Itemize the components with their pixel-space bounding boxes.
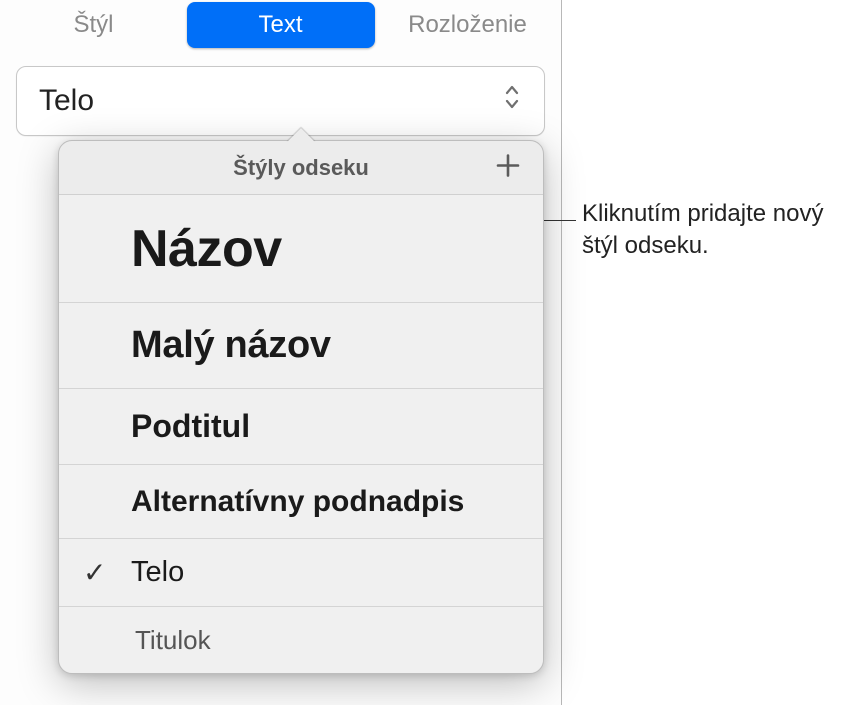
style-item-caption[interactable]: Titulok: [59, 607, 543, 673]
tab-layout[interactable]: Rozloženie: [374, 0, 561, 50]
chevron-updown-icon: [504, 84, 520, 118]
style-item-subtitle[interactable]: Podtitul: [59, 389, 543, 465]
style-item-alt-subtitle[interactable]: Alternatívny podnadpis: [59, 465, 543, 539]
style-item-label: Podtitul: [131, 408, 250, 445]
style-item-label: Malý názov: [131, 324, 331, 367]
style-list: Názov Malý názov Podtitul Alternatívny p…: [59, 195, 543, 673]
tab-layout-label: Rozloženie: [408, 11, 527, 39]
current-style-label: Telo: [39, 84, 94, 118]
add-style-button[interactable]: [495, 152, 521, 183]
style-item-small-title[interactable]: Malý názov: [59, 303, 543, 389]
style-item-label: Titulok: [135, 625, 211, 656]
paragraph-style-dropdown[interactable]: Telo: [16, 66, 545, 136]
style-item-body[interactable]: ✓ Telo: [59, 539, 543, 607]
style-item-label: Názov: [131, 219, 282, 279]
inspector-panel: Štýl Text Rozloženie Telo Štýly odseku: [0, 0, 562, 705]
style-item-label: Telo: [131, 556, 184, 589]
callout-text: Kliknutím pridajte nový štýl odseku.: [582, 198, 852, 263]
checkmark-icon: ✓: [83, 556, 106, 589]
paragraph-styles-popover: Štýly odseku Názov Malý názov Podtitul A…: [58, 140, 544, 674]
tab-style[interactable]: Štýl: [0, 0, 187, 50]
style-item-label: Alternatívny podnadpis: [131, 485, 464, 519]
popover-header: Štýly odseku: [59, 141, 543, 195]
popover-title: Štýly odseku: [233, 155, 369, 181]
plus-icon: [495, 152, 521, 178]
style-item-title[interactable]: Názov: [59, 195, 543, 303]
tab-style-label: Štýl: [73, 11, 113, 39]
tab-text-label: Text: [258, 11, 302, 39]
paragraph-style-area: Telo: [0, 50, 561, 136]
inspector-tabs: Štýl Text Rozloženie: [0, 0, 561, 50]
